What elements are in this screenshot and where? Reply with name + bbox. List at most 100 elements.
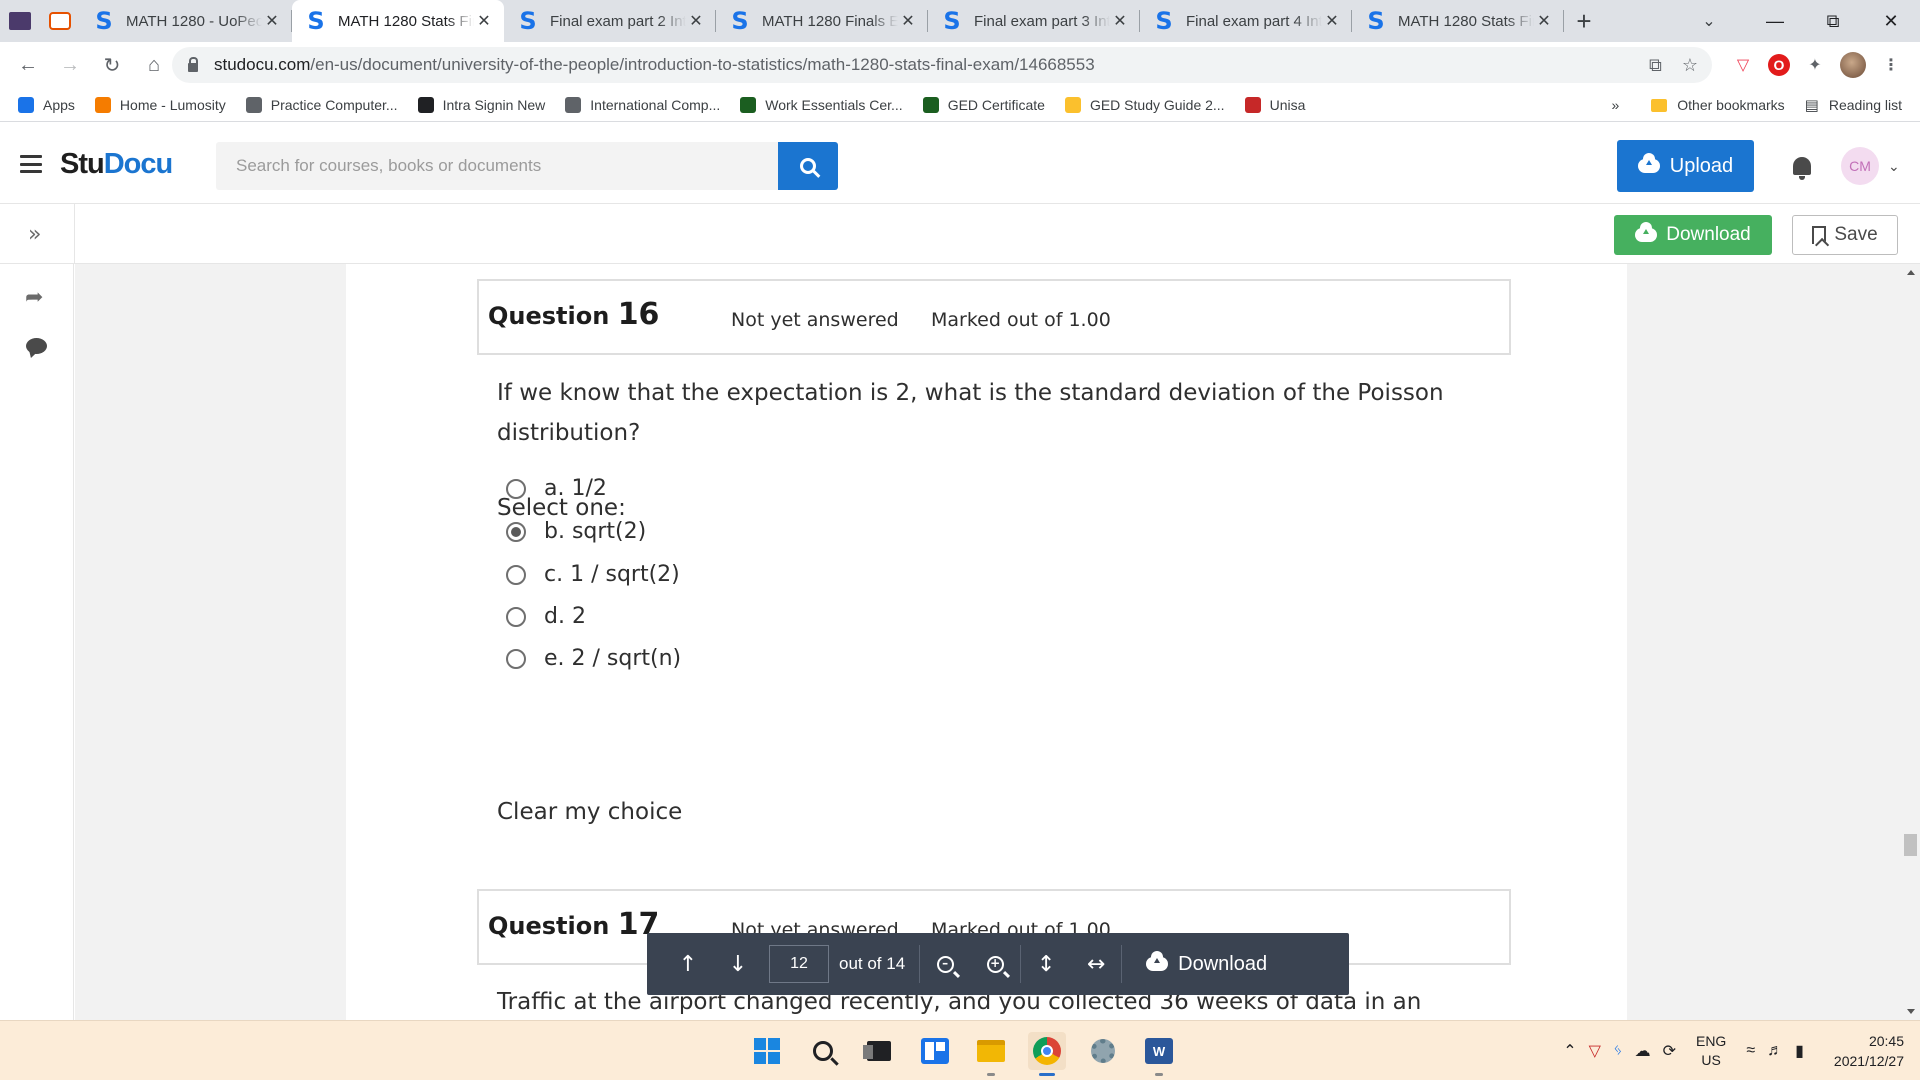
onedrive-cloud-icon[interactable]: ☁ (1635, 1041, 1651, 1061)
scroll-down-arrow-icon[interactable] (1907, 1009, 1915, 1014)
minimize-button[interactable]: — (1746, 0, 1804, 42)
address-bar[interactable]: studocu.com/en-us/document/university-of… (172, 47, 1712, 83)
bookmark-item[interactable]: GED Study Guide 2... (1064, 96, 1225, 113)
bookmark-item[interactable]: GED Certificate (922, 96, 1045, 113)
download-button[interactable]: Download (1614, 215, 1772, 255)
bookmark-item[interactable]: International Comp... (565, 96, 720, 113)
taskbar-search-icon[interactable] (804, 1032, 842, 1070)
answer-option[interactable]: a. 1/2 (506, 476, 607, 501)
scroll-thumb[interactable] (1904, 834, 1917, 856)
hamburger-menu-icon[interactable] (20, 155, 42, 173)
toolbar-download-button[interactable]: Download (1146, 951, 1267, 976)
bookmark-item[interactable]: Practice Computer... (245, 96, 398, 113)
reading-list[interactable]: ▤ Reading list (1805, 96, 1902, 114)
close-tab-icon[interactable]: ✕ (1110, 11, 1130, 31)
url-text[interactable]: studocu.com/en-us/document/university-of… (214, 55, 1095, 75)
close-tab-icon[interactable]: ✕ (686, 11, 706, 31)
clock[interactable]: 20:45 2021/12/27 (1834, 1031, 1904, 1071)
close-tab-icon[interactable]: ✕ (262, 11, 282, 31)
next-page-arrow-icon[interactable]: ↓ (713, 933, 763, 995)
close-tab-icon[interactable]: ✕ (1322, 11, 1342, 31)
settings-gear-icon[interactable] (1084, 1032, 1122, 1070)
answer-option[interactable]: c. 1 / sqrt(2) (506, 562, 680, 587)
forward-arrow-icon[interactable]: → (52, 47, 88, 83)
share-icon[interactable]: ⧉ (1649, 55, 1662, 76)
bookmark-item[interactable]: Unisa (1244, 96, 1305, 113)
clear-choice-link[interactable]: Clear my choice (497, 792, 682, 832)
word-icon[interactable]: W (1140, 1032, 1178, 1076)
scroll-up-arrow-icon[interactable] (1907, 270, 1915, 275)
reload-icon[interactable]: ↻ (94, 47, 130, 83)
expand-sidebar-icon[interactable]: » (28, 222, 41, 247)
browser-tab[interactable]: S Final exam part 2 Intro ✕ (504, 0, 716, 42)
avatar[interactable]: CM (1841, 147, 1879, 185)
language-indicator[interactable]: ENG US (1696, 1032, 1726, 1070)
close-tab-icon[interactable]: ✕ (474, 11, 494, 31)
answer-option[interactable]: d. 2 (506, 604, 586, 629)
star-icon[interactable]: ☆ (1682, 55, 1698, 76)
page-number-input[interactable] (769, 945, 829, 983)
pinned-tab-1[interactable] (0, 0, 40, 42)
widgets-icon[interactable] (916, 1032, 954, 1070)
answer-option[interactable]: e. 2 / sqrt(n) (506, 646, 681, 671)
lock-icon[interactable] (188, 56, 198, 72)
back-arrow-icon[interactable]: ← (10, 47, 46, 83)
browser-tab[interactable]: S Final exam part 4 Intro ✕ (1140, 0, 1352, 42)
comment-icon[interactable] (26, 338, 47, 354)
bookmark-item[interactable]: Apps (18, 96, 75, 113)
browser-tab[interactable]: S MATH 1280 Finals Exam✕ (716, 0, 928, 42)
profile-avatar[interactable] (1840, 52, 1866, 78)
bookmarks-overflow-chevron-icon[interactable]: » (1611, 97, 1619, 113)
browser-tab[interactable]: S Final exam part 3 Intro ✕ (928, 0, 1140, 42)
close-tab-icon[interactable]: ✕ (1534, 11, 1554, 31)
radio-button[interactable] (506, 648, 526, 669)
zoom-out-icon[interactable]: – (920, 933, 970, 995)
radio-button[interactable] (506, 606, 526, 627)
pocket-extension-icon[interactable]: ▽ (1732, 54, 1754, 76)
bookmark-item[interactable]: Home - Lumosity (94, 96, 226, 113)
zoom-in-icon[interactable]: + (970, 933, 1020, 995)
search-input[interactable]: Search for courses, books or documents (216, 142, 778, 190)
extensions-puzzle-icon[interactable]: ✦ (1804, 54, 1826, 76)
tab-search-chevron-icon[interactable]: ⌄ (1688, 0, 1730, 42)
pinned-tab-2[interactable] (40, 0, 80, 42)
home-icon[interactable]: ⌂ (136, 47, 172, 83)
radio-button[interactable] (506, 564, 526, 585)
bookmark-item[interactable]: Intra Signin New (417, 96, 545, 113)
close-tab-icon[interactable]: ✕ (898, 11, 918, 31)
close-window-button[interactable]: ✕ (1862, 0, 1920, 42)
restore-button[interactable]: ⧉ (1804, 0, 1862, 42)
wifi-icon[interactable]: ≈ (1746, 1042, 1755, 1060)
fit-height-icon[interactable]: ↕ (1021, 933, 1071, 995)
other-bookmarks[interactable]: Other bookmarks (1651, 97, 1785, 113)
share-arrow-icon[interactable]: ➦ (25, 284, 43, 310)
file-explorer-icon[interactable] (972, 1032, 1010, 1076)
save-button[interactable]: Save (1792, 215, 1898, 255)
browser-tab[interactable]: S MATH 1280 - UoPeople✕ (80, 0, 292, 42)
menu-kebab-icon[interactable]: ⋮ (1880, 54, 1902, 76)
browser-tab[interactable]: S MATH 1280 Stats Final✕ (292, 0, 504, 42)
previous-page-arrow-icon[interactable]: ↑ (663, 933, 713, 995)
volume-icon[interactable]: ♬ (1767, 1042, 1783, 1060)
upload-button[interactable]: Upload (1617, 140, 1754, 192)
search-button[interactable] (778, 142, 838, 190)
browser-tab[interactable]: S MATH 1280 Stats Final✕ (1352, 0, 1564, 42)
chevron-up-icon[interactable]: ⌃ (1563, 1041, 1576, 1061)
bookmark-item[interactable]: Work Essentials Cer... (740, 96, 903, 113)
start-button[interactable] (748, 1032, 786, 1070)
chrome-taskbar-icon[interactable] (1028, 1032, 1066, 1076)
new-tab-button[interactable]: + (1564, 0, 1604, 42)
opera-extension-icon[interactable]: O (1768, 54, 1790, 76)
radio-button[interactable] (506, 478, 526, 499)
studocu-logo[interactable]: StuDocu (60, 148, 173, 181)
mcafee-icon[interactable]: ▽ (1589, 1041, 1601, 1061)
sync-icon[interactable]: ⟳ (1663, 1041, 1676, 1061)
radio-button[interactable] (506, 521, 526, 542)
battery-icon[interactable]: ▮ (1795, 1041, 1804, 1061)
chevron-down-icon[interactable]: ⌄ (1888, 158, 1900, 175)
answer-option[interactable]: b. sqrt(2) (506, 519, 646, 544)
fit-width-icon[interactable]: ↔ (1071, 933, 1121, 995)
bluetooth-icon[interactable]: ᛃ (1613, 1042, 1623, 1060)
vertical-scrollbar[interactable] (1902, 264, 1920, 1020)
bell-icon[interactable] (1793, 157, 1811, 180)
